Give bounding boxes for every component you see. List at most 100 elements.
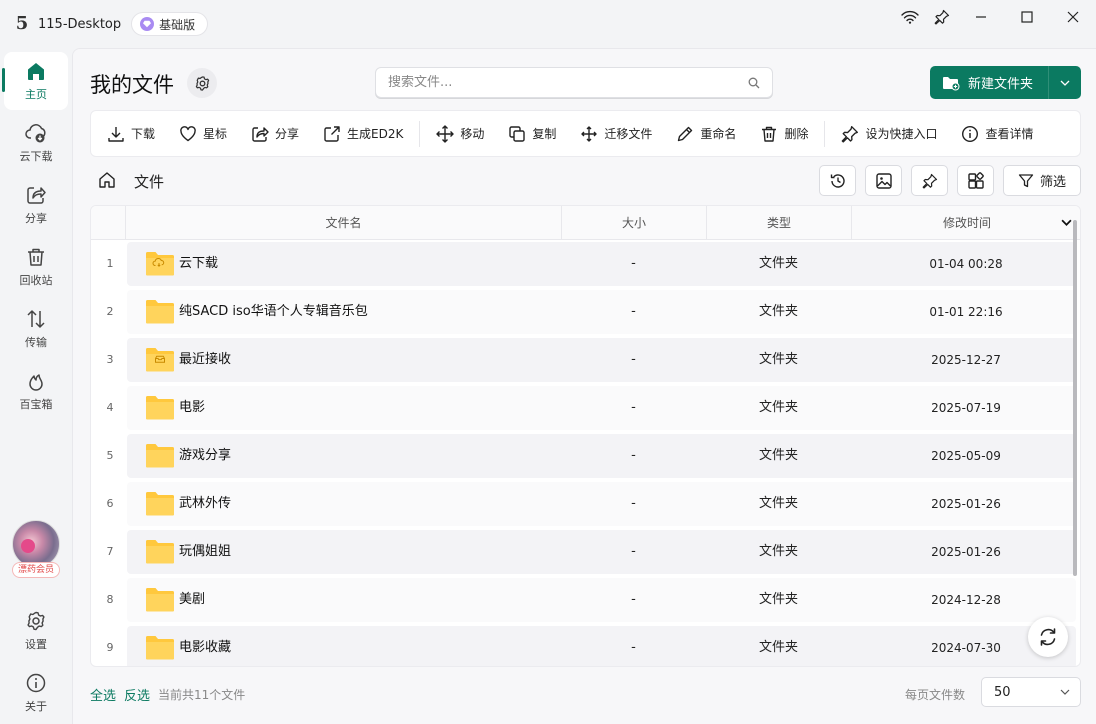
row-index: 1	[106, 257, 114, 270]
column-header-name[interactable]: 文件名	[125, 206, 561, 240]
sidebar-item-label: 设置	[25, 638, 47, 651]
tool-label: 重命名	[700, 127, 737, 141]
breadcrumb-home[interactable]	[98, 171, 116, 189]
table-row[interactable]: 2 纯SACD iso华语个人专辑音乐包 - 文件夹 01-01 22:16	[91, 288, 1076, 336]
column-header-size[interactable]: 大小	[561, 206, 706, 240]
breadcrumb-current[interactable]: 文件	[134, 171, 164, 192]
per-page-value: 50	[994, 684, 1011, 700]
table-row[interactable]: 3 最近接收 - 文件夹 2025-12-27	[91, 336, 1076, 384]
table-row[interactable]: 1 云下载 - 文件夹 01-04 00:28	[91, 240, 1076, 288]
member-badge: 漂药会员	[12, 562, 60, 578]
star-button[interactable]: 星标	[167, 119, 239, 149]
new-folder-button[interactable]: 新建文件夹	[930, 66, 1081, 99]
search-icon[interactable]	[748, 77, 760, 89]
minimize-button[interactable]	[958, 0, 1004, 34]
sidebar: 主页 云下载 分享 回收站 传输 百宝箱 漂药会员 设置 关于	[0, 48, 72, 724]
file-name[interactable]: 游戏分享	[179, 432, 231, 480]
trash-icon	[28, 248, 44, 266]
sidebar-item-cloud-download[interactable]: 云下载	[4, 114, 68, 172]
history-button[interactable]	[819, 165, 856, 196]
table-row[interactable]: 6 武林外传 - 文件夹 2025-01-26	[91, 480, 1076, 528]
sidebar-item-share[interactable]: 分享	[4, 176, 68, 234]
download-button[interactable]: 下载	[95, 119, 167, 149]
file-modified: 2025-01-26	[931, 545, 1001, 559]
tool-label: 复制	[532, 127, 557, 141]
file-modified: 2025-07-19	[931, 401, 1001, 415]
window-controls	[894, 0, 1096, 34]
sidebar-item-trash[interactable]: 回收站	[4, 238, 68, 296]
new-folder-main[interactable]: 新建文件夹	[930, 66, 1049, 99]
sidebar-item-label: 分享	[25, 212, 47, 225]
table-row[interactable]: 7 玩偶姐姐 - 文件夹 2025-01-26	[91, 528, 1076, 576]
refresh-button[interactable]	[1028, 617, 1068, 657]
sidebar-item-home[interactable]: 主页	[2, 52, 68, 110]
folder-icon	[146, 444, 174, 468]
app-title: 115-Desktop	[38, 16, 122, 32]
file-name[interactable]: 玩偶姐姐	[179, 528, 231, 576]
copy-button[interactable]: 复制	[496, 119, 568, 149]
sidebar-item-about[interactable]: 关于	[4, 664, 68, 722]
move-button[interactable]: 移动	[424, 119, 496, 149]
view-mode-button[interactable]	[957, 165, 994, 196]
sidebar-item-toolbox[interactable]: 百宝箱	[4, 362, 68, 420]
invert-selection-link[interactable]: 反选	[124, 685, 150, 704]
user-avatar[interactable]: 漂药会员	[12, 520, 60, 580]
thumbnail-view-button[interactable]	[865, 165, 902, 196]
tool-label: 删除	[784, 127, 809, 141]
pin-window-icon[interactable]	[926, 0, 958, 34]
file-size: -	[631, 496, 636, 511]
inbox-folder-icon	[146, 348, 174, 372]
plan-badge-label: 基础版	[159, 17, 196, 32]
file-name[interactable]: 纯SACD iso华语个人专辑音乐包	[179, 288, 368, 336]
folder-icon	[146, 636, 174, 660]
file-name[interactable]: 电影	[179, 384, 205, 432]
file-name[interactable]: 最近接收	[179, 336, 231, 384]
set-shortcut-button[interactable]: 设为快捷入口	[829, 119, 949, 149]
tool-label: 查看详情	[985, 127, 1034, 141]
folder-settings-button[interactable]	[187, 68, 217, 98]
search-input[interactable]	[388, 75, 748, 90]
close-button[interactable]	[1050, 0, 1096, 34]
flame-icon	[29, 374, 43, 391]
pin-folder-button[interactable]	[911, 165, 948, 196]
table-row[interactable]: 4 电影 - 文件夹 2025-07-19	[91, 384, 1076, 432]
rename-button[interactable]: 重命名	[664, 119, 748, 149]
file-type: 文件夹	[758, 352, 798, 367]
wifi-icon[interactable]	[894, 0, 926, 34]
table-row[interactable]: 8 美剧 - 文件夹 2024-12-28	[91, 576, 1076, 624]
table-row[interactable]: 9 电影收藏 - 文件夹 2024-07-30	[91, 624, 1076, 666]
cloud-download-icon	[25, 124, 46, 143]
delete-button[interactable]: 删除	[748, 119, 820, 149]
filter-button[interactable]: 筛选	[1003, 165, 1081, 196]
generate-ed2k-button[interactable]: 生成ED2K	[311, 119, 415, 149]
per-page-select[interactable]: 50	[981, 677, 1081, 707]
toolbar-divider	[824, 120, 826, 147]
column-header-type[interactable]: 类型	[706, 206, 851, 240]
migrate-files-button[interactable]: 迁移文件	[568, 119, 664, 149]
refresh-icon	[1040, 628, 1056, 646]
copy-icon	[509, 125, 526, 142]
file-name[interactable]: 美剧	[179, 576, 205, 624]
table-row[interactable]: 5 游戏分享 - 文件夹 2025-05-09	[91, 432, 1076, 480]
row-index: 9	[106, 641, 114, 654]
move-icon	[436, 124, 455, 143]
file-name[interactable]: 云下载	[179, 240, 218, 288]
per-page-label: 每页文件数	[905, 688, 966, 702]
maximize-button[interactable]	[1004, 0, 1050, 34]
column-header-modified[interactable]: 修改时间	[851, 206, 1080, 240]
select-all-link[interactable]: 全选	[90, 685, 116, 704]
info-icon	[962, 125, 979, 142]
view-details-button[interactable]: 查看详情	[949, 119, 1045, 149]
new-folder-dropdown[interactable]	[1049, 80, 1081, 86]
file-type: 文件夹	[758, 256, 798, 271]
share-button[interactable]: 分享	[239, 119, 311, 149]
folder-icon	[146, 588, 174, 612]
sidebar-item-transfer[interactable]: 传输	[4, 300, 68, 358]
sidebar-item-settings[interactable]: 设置	[4, 602, 68, 660]
file-name[interactable]: 电影收藏	[179, 624, 231, 666]
file-name[interactable]: 武林外传	[179, 480, 231, 528]
vertical-scrollbar[interactable]	[1073, 220, 1077, 576]
sidebar-item-label: 云下载	[19, 150, 53, 163]
plan-badge[interactable]: 基础版	[131, 12, 209, 36]
chevron-down-icon[interactable]	[1061, 219, 1072, 226]
